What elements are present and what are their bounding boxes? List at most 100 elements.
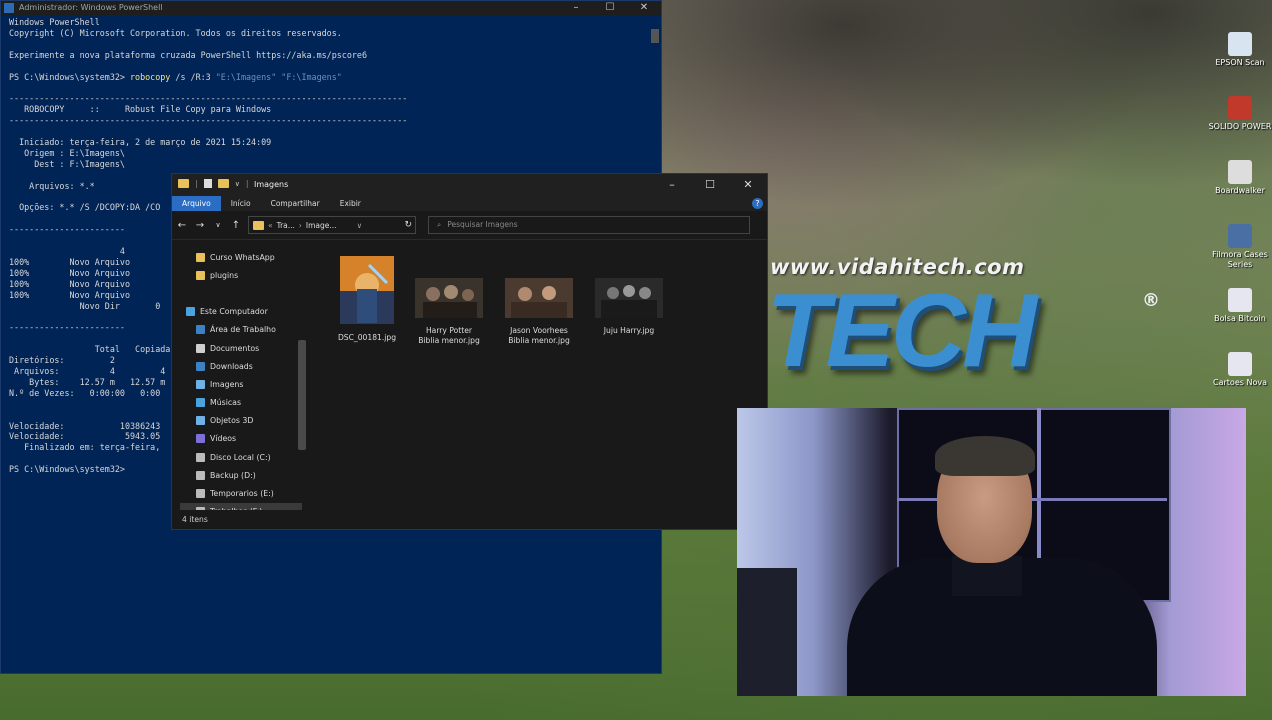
app-icon [1228, 224, 1252, 248]
app-icon [1228, 160, 1252, 184]
chevron-right-icon: › [298, 220, 302, 230]
downloads-icon [196, 361, 205, 371]
sidebar-item[interactable]: Curso WhatsApp [180, 248, 302, 266]
breadcrumb-item[interactable]: Image... [306, 221, 337, 230]
sidebar-item-label: Área de Trabalho [210, 325, 276, 335]
desktop-icon[interactable]: Bolsa Bitcoin [1208, 288, 1272, 350]
explorer-window[interactable]: | ∨ | Imagens – ☐ ✕ Arquivo Início Compa… [171, 173, 768, 530]
new-folder-icon[interactable] [217, 179, 229, 188]
sidebar-item[interactable]: Documentos [180, 339, 302, 357]
powershell-title: Administrador: Windows PowerShell [19, 3, 163, 12]
app-icon [1228, 96, 1252, 120]
app-icon [1228, 288, 1252, 312]
divider: | [195, 179, 198, 188]
sidebar-item[interactable]: Backup (D:) [180, 466, 302, 484]
breadcrumb-overflow-icon[interactable]: « [268, 221, 273, 230]
file-item[interactable]: Harry Potter Biblia menor.jpg [404, 278, 494, 346]
file-item[interactable]: DSC_00181.jpg [322, 255, 412, 343]
divider: | [245, 179, 249, 188]
chevron-down-icon[interactable]: ∨ [212, 221, 224, 229]
drive-icon [196, 470, 205, 480]
sidebar-item-label: plugins [210, 270, 239, 280]
sidebar-item[interactable] [180, 284, 302, 302]
images-icon [196, 379, 205, 389]
refresh-icon[interactable]: ↻ [404, 220, 412, 230]
desktop-icon[interactable]: Boardwalker [1208, 160, 1272, 222]
desktop-icons: EPSON Scan SOLIDO POWER Boardwalker Filmora… [1208, 30, 1272, 416]
sidebar-item[interactable]: Trabalhos (F:) [180, 502, 302, 510]
console-line: ROBOCOPY :: Robust File Copy para Window… [9, 104, 272, 115]
desktop-icon[interactable]: Cartoes Nova [1208, 352, 1272, 414]
sidebar-item[interactable]: Imagens [180, 375, 302, 393]
chevron-down-icon[interactable]: ∨ [235, 180, 240, 188]
tab-arquivo[interactable]: Arquivo [172, 196, 221, 211]
desktop-icon[interactable]: EPSON Scan [1208, 32, 1272, 94]
maximize-button[interactable]: ☐ [593, 1, 627, 15]
sidebar-item[interactable]: Este Computador [180, 303, 302, 321]
chevron-down-icon[interactable]: ∨ [357, 221, 363, 230]
computer-icon [186, 307, 195, 317]
console-line: Copyright (C) Microsoft Corporation. Tod… [9, 27, 342, 38]
properties-icon[interactable] [203, 179, 212, 188]
tab-exibir[interactable]: Exibir [330, 196, 371, 211]
image-thumbnail [595, 278, 663, 318]
minimize-button[interactable]: – [559, 1, 593, 15]
sidebar-item[interactable]: plugins [180, 266, 302, 284]
powershell-titlebar[interactable]: Administrador: Windows PowerShell – ☐ ✕ [1, 1, 661, 15]
item-count: 4 itens [182, 515, 208, 524]
console-command: robocopy [130, 71, 171, 82]
desktop-icon-label: Bolsa Bitcoin [1214, 314, 1266, 323]
scrollbar-thumb[interactable] [651, 29, 659, 43]
breadcrumb-item[interactable]: Tra... [277, 221, 295, 230]
desktop-icon[interactable]: SOLIDO POWER [1208, 96, 1272, 158]
sidebar-item[interactable]: Disco Local (C:) [180, 448, 302, 466]
file-name-line2: Biblia menor.jpg [418, 336, 480, 345]
minimize-button[interactable]: – [653, 174, 691, 196]
file-name: Juju Harry.jpg [603, 326, 655, 335]
image-thumbnail [505, 278, 573, 318]
navigation-pane-scrollbar[interactable] [298, 340, 306, 450]
sidebar-item[interactable]: Temporarios (E:) [180, 484, 302, 502]
close-button[interactable]: ✕ [729, 174, 767, 196]
drive-icon [196, 452, 205, 462]
status-bar: 4 itens [172, 511, 767, 529]
sidebar-item[interactable]: Área de Trabalho [180, 321, 302, 339]
up-arrow-icon[interactable]: ↑ [230, 220, 242, 231]
console-command-paths: "E:\Imagens" "F:\Imagens" [215, 71, 342, 82]
back-arrow-icon[interactable]: ← [176, 220, 188, 231]
file-name-line2: Biblia menor.jpg [508, 336, 570, 345]
help-icon[interactable]: ? [752, 198, 763, 209]
explorer-titlebar[interactable]: | ∨ | Imagens – ☐ ✕ [172, 174, 767, 196]
console-line: Origem : E:\Imagens\ [9, 147, 125, 158]
sidebar-item[interactable]: Downloads [180, 357, 302, 375]
sidebar-item-label: Vídeos [210, 434, 237, 444]
tab-inicio[interactable]: Início [221, 196, 261, 211]
file-item[interactable]: Juju Harry.jpg [584, 278, 674, 336]
console-line: Dest : F:\Imagens\ [9, 158, 125, 169]
file-view: DSC_00181.jpg Harry Potter Biblia menor.… [312, 240, 767, 511]
sidebar-item-label: Músicas [210, 398, 242, 408]
forward-arrow-icon[interactable]: → [194, 220, 206, 231]
close-button[interactable]: ✕ [627, 1, 661, 15]
documents-icon [196, 343, 205, 353]
sidebar-item[interactable]: Músicas [180, 394, 302, 412]
desktop-icon-label: Filmora Cases Series [1212, 250, 1268, 269]
sidebar-item-label: Temporarios (E:) [210, 489, 274, 499]
sidebar-item-label: Este Computador [200, 307, 268, 317]
sidebar-item[interactable]: Vídeos [180, 430, 302, 448]
tab-compartilhar[interactable]: Compartilhar [261, 196, 330, 211]
file-item[interactable]: Jason Voorhees Biblia menor.jpg [494, 278, 584, 346]
videos-icon [196, 434, 205, 444]
sidebar-item[interactable]: Objetos 3D [180, 412, 302, 430]
address-bar[interactable]: « Tra... › Image... ∨ ↻ [248, 216, 416, 234]
app-icon [1228, 352, 1252, 376]
explorer-main: Curso WhatsApp plugins Este Computador Área… [172, 240, 767, 511]
search-input[interactable]: ⌕ Pesquisar Imagens [428, 216, 750, 234]
drive-icon [196, 489, 205, 499]
folder-icon [196, 270, 205, 280]
maximize-button[interactable]: ☐ [691, 174, 729, 196]
desktop-icon[interactable]: Filmora Cases Series [1208, 224, 1272, 286]
